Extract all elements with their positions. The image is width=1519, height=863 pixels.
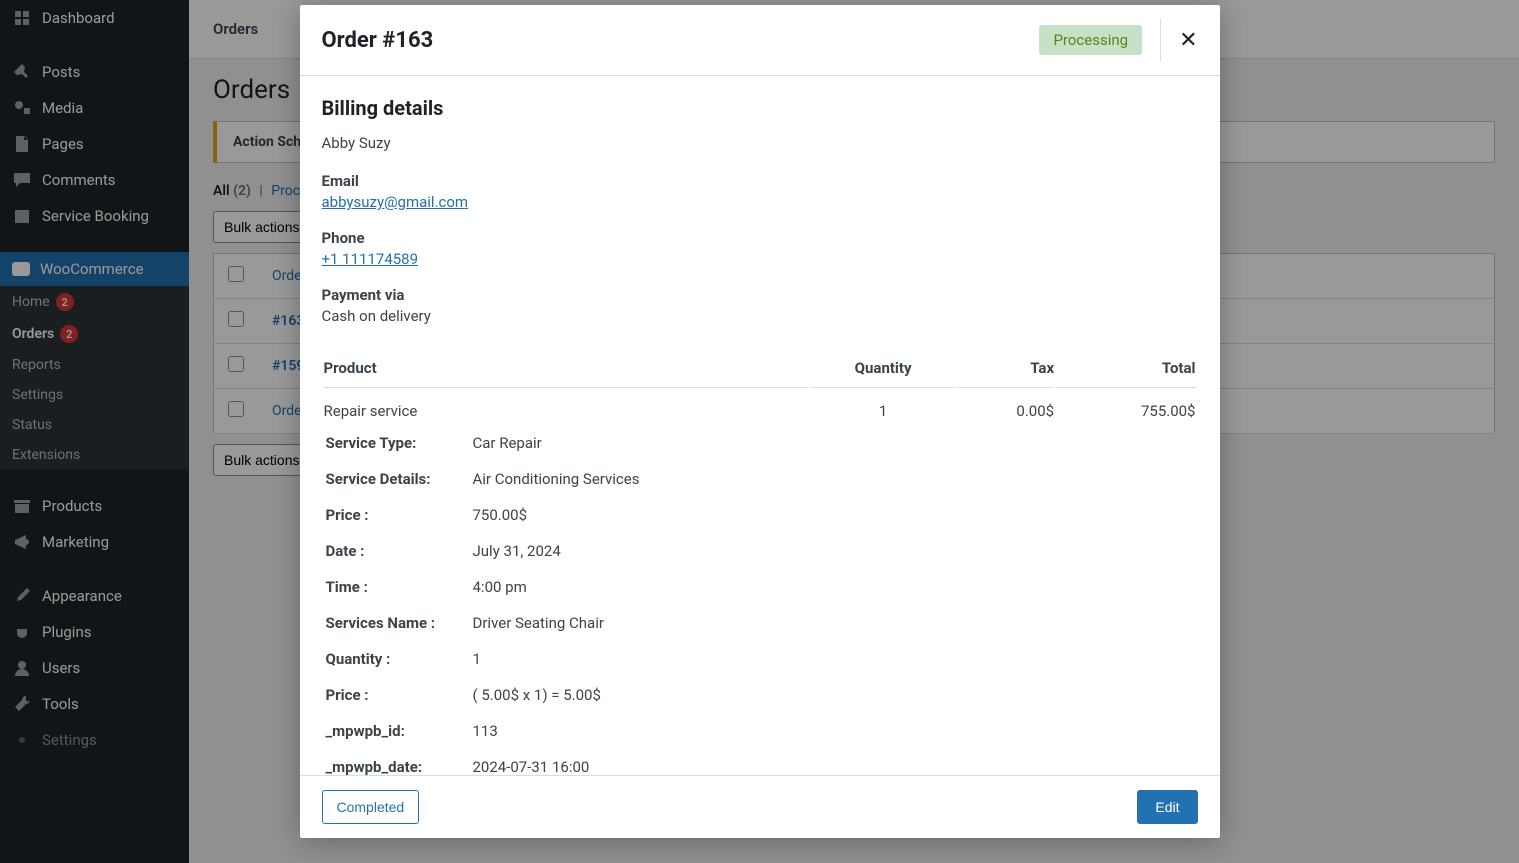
- product-qty: 1: [810, 390, 955, 424]
- col-tax: Tax: [958, 349, 1054, 388]
- close-button[interactable]: ✕: [1179, 27, 1197, 53]
- detail-row: Service Type:Car Repair: [324, 426, 1196, 460]
- detail-row: _mpwpb_id:113: [324, 714, 1196, 748]
- modal-header: Order #163 Processing ✕: [300, 5, 1220, 76]
- col-total: Total: [1056, 349, 1195, 388]
- edit-button[interactable]: Edit: [1137, 790, 1197, 824]
- close-icon: ✕: [1179, 27, 1197, 52]
- label-phone: Phone: [322, 229, 1198, 247]
- modal-footer: Completed Edit: [300, 775, 1220, 838]
- customer-name: Abby Suzy: [322, 134, 1198, 152]
- detail-row: Time :4:00 pm: [324, 570, 1196, 604]
- detail-row: Services Name :Driver Seating Chair: [324, 606, 1196, 640]
- line-items-table: Product Quantity Tax Total Repair servic…: [322, 347, 1198, 775]
- modal-body: Billing details Abby Suzy Email abbysuzy…: [300, 76, 1220, 775]
- order-modal: Order #163 Processing ✕ Billing details …: [300, 5, 1220, 838]
- billing-heading: Billing details: [322, 96, 1198, 120]
- completed-button[interactable]: Completed: [322, 790, 420, 824]
- detail-row: _mpwpb_date:2024-07-31 16:00: [324, 750, 1196, 775]
- detail-row: Date :July 31, 2024: [324, 534, 1196, 568]
- detail-row: Price :750.00$: [324, 498, 1196, 532]
- label-email: Email: [322, 172, 1198, 190]
- detail-row: Quantity :1: [324, 642, 1196, 676]
- product-name: Repair service: [324, 390, 809, 424]
- col-qty: Quantity: [810, 349, 955, 388]
- modal-overlay[interactable]: Order #163 Processing ✕ Billing details …: [0, 0, 1519, 863]
- line-item: Repair service 1 0.00$ 755.00$: [324, 390, 1196, 424]
- status-badge: Processing: [1039, 25, 1142, 55]
- detail-row: Service Details:Air Conditioning Service…: [324, 462, 1196, 496]
- modal-title: Order #163: [322, 28, 1040, 53]
- label-payment: Payment via: [322, 286, 1198, 304]
- payment-method: Cash on delivery: [322, 307, 1198, 325]
- col-product: Product: [324, 349, 809, 388]
- product-total: 755.00$: [1056, 390, 1195, 424]
- detail-row: Price :( 5.00$ x 1) = 5.00$: [324, 678, 1196, 712]
- phone-link[interactable]: +1 111174589: [322, 250, 419, 268]
- product-tax: 0.00$: [958, 390, 1054, 424]
- email-link[interactable]: abbysuzy@gmail.com: [322, 193, 469, 211]
